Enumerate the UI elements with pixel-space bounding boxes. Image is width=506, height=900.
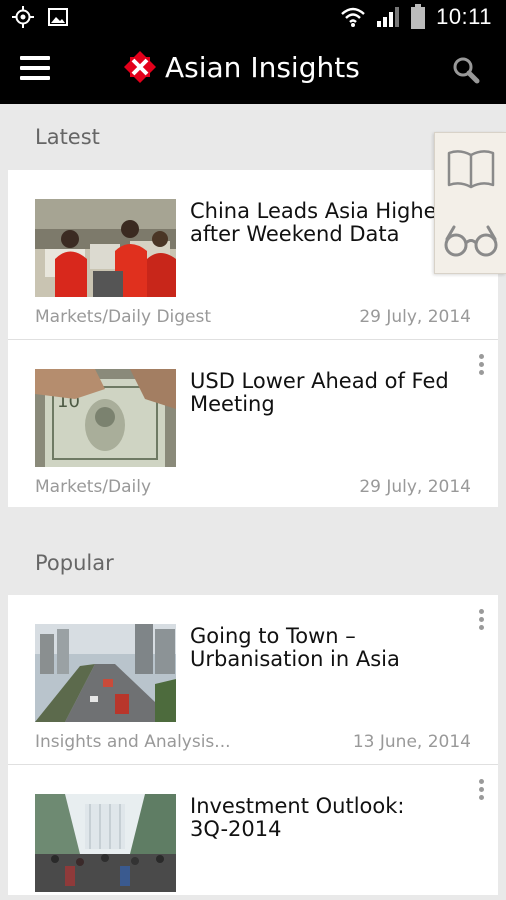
article-date: 29 July, 2014 — [359, 477, 471, 497]
latest-card: China Leads Asia Highe after Weekend Dat… — [8, 170, 498, 507]
search-icon[interactable] — [452, 56, 480, 84]
trading-floor-image — [35, 199, 176, 297]
article-going-to-town[interactable]: Going to Town – Urbanisation in Asia Ins… — [8, 595, 498, 765]
article-investment-outlook[interactable]: Investment Outlook: 3Q-2014 — [8, 765, 498, 895]
article-category: Insights and Analysis... — [35, 732, 231, 752]
section-title-popular: Popular — [35, 551, 114, 575]
signal-icon — [377, 7, 400, 27]
article-date: 29 July, 2014 — [359, 307, 471, 327]
article-date: 13 June, 2014 — [352, 732, 471, 752]
glasses-icon[interactable] — [442, 223, 500, 257]
article-usd-lower[interactable]: 10 USD Lower Ahead of Fed Meeting Market… — [8, 340, 498, 507]
dollar-bills-image: 10 — [35, 369, 176, 467]
app-bar: Asian Insights — [0, 36, 506, 104]
gps-icon — [12, 6, 34, 28]
city-road-image — [35, 624, 176, 722]
brand: Asian Insights — [123, 50, 360, 84]
menu-icon[interactable] — [20, 56, 50, 82]
article-headline: Investment Outlook: 3Q-2014 — [190, 795, 405, 841]
article-headline: Going to Town – Urbanisation in Asia — [190, 625, 400, 671]
clock: 10:11 — [436, 4, 492, 29]
book-icon[interactable] — [445, 147, 497, 191]
article-category: Markets/Daily — [35, 477, 152, 497]
popular-card: Going to Town – Urbanisation in Asia Ins… — [8, 595, 498, 895]
section-title-latest: Latest — [35, 125, 100, 149]
logo-icon — [124, 51, 156, 83]
battery-icon — [411, 4, 426, 29]
article-china-leads[interactable]: China Leads Asia Highe after Weekend Dat… — [8, 170, 498, 340]
app-title: Asian Insights — [165, 50, 360, 84]
side-panel — [434, 132, 506, 274]
status-bar: 10:11 — [0, 0, 506, 36]
article-headline: USD Lower Ahead of Fed Meeting — [190, 370, 449, 416]
article-category: Markets/Daily Digest — [35, 307, 212, 327]
city-plaza-image — [35, 794, 176, 892]
wifi-icon — [341, 7, 365, 27]
image-icon — [48, 8, 68, 26]
